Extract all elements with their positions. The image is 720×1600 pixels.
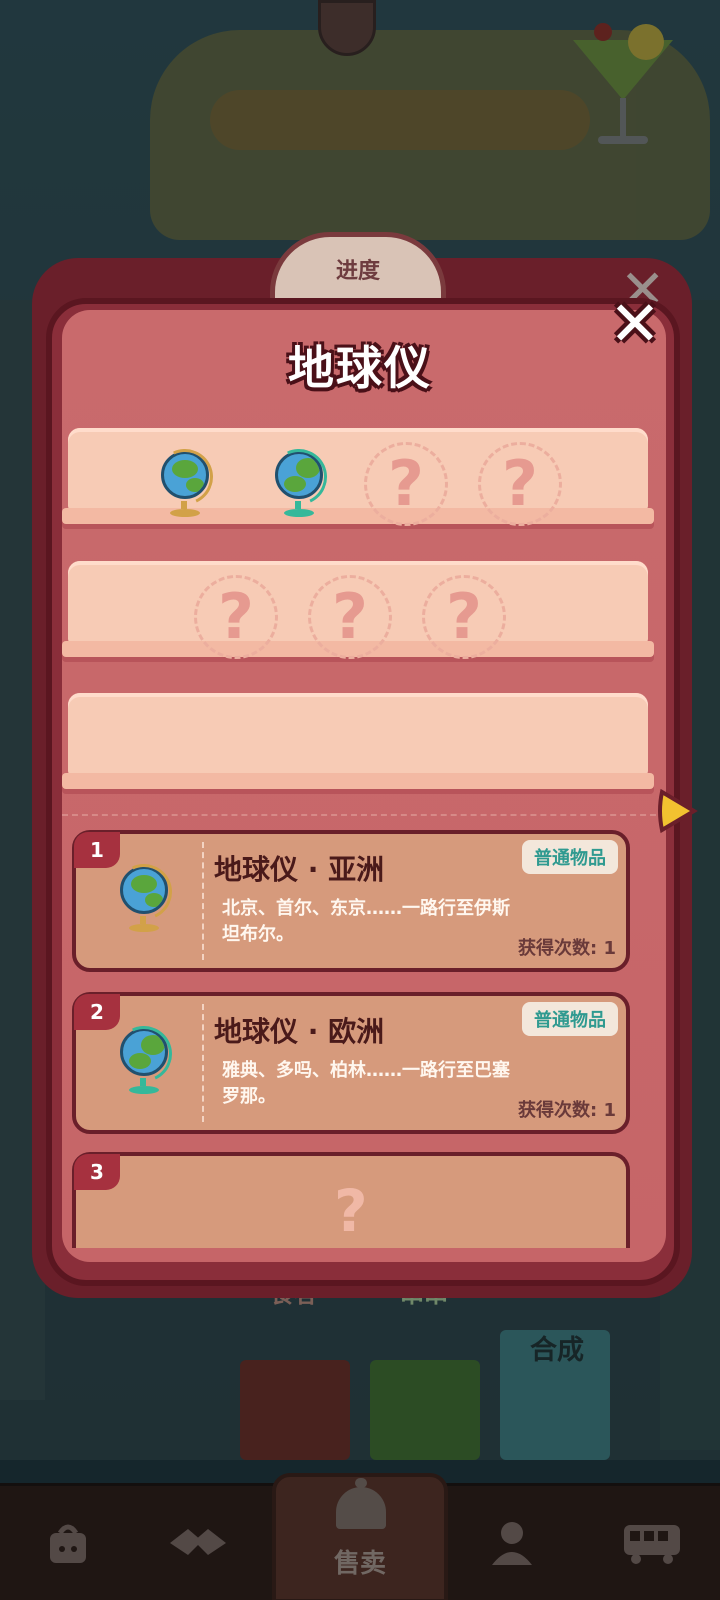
item-card-2[interactable]: 2 地球仪 · 欧洲 普通物品 雅典、多吗、柏林……一路行至巴塞罗那。 获得次数… <box>72 992 630 1134</box>
next-page-arrow-icon[interactable] <box>658 788 698 834</box>
divider <box>62 814 666 816</box>
card-divider <box>202 1004 204 1122</box>
obtained-count: 获得次数: 1 <box>518 1100 616 1121</box>
unknown-mark: ? <box>502 447 538 520</box>
shelf-row-3 <box>62 693 654 793</box>
item-description: 北京、首尔、东京……一路行至伊斯坦布尔。 <box>222 898 510 946</box>
item-card-3[interactable]: 3 ? <box>72 1152 630 1248</box>
shelf-slot-unknown: ? <box>422 575 506 659</box>
item-icon <box>108 856 180 934</box>
card-divider <box>202 842 204 960</box>
unknown-mark: ? <box>388 447 424 520</box>
item-index: 3 <box>74 1154 120 1190</box>
shelf-slot-globe-asia[interactable] <box>144 441 228 526</box>
shelf-slot-unknown: ? <box>478 442 562 526</box>
item-index: 2 <box>74 994 120 1030</box>
locked-mark: ? <box>334 1177 368 1245</box>
item-name: 地球仪 · 欧洲 <box>214 1015 385 1048</box>
shelf-plank <box>68 693 648 775</box>
item-index: 1 <box>74 832 120 868</box>
obtained-count: 获得次数: 1 <box>518 938 616 959</box>
item-icon <box>108 1018 180 1096</box>
shelf-row-2: ? ? ? <box>62 561 654 661</box>
globe-europe-icon <box>108 1018 180 1096</box>
progress-badge-label: 进度 <box>335 259 380 284</box>
shelf-slot-unknown: ? <box>308 575 392 659</box>
globe-asia-icon <box>149 441 221 519</box>
item-description: 雅典、多吗、柏林……一路行至巴塞罗那。 <box>222 1060 510 1108</box>
unknown-mark: ? <box>332 580 368 653</box>
modal-title: 地球仪 <box>288 341 432 395</box>
shelf-slot-globe-europe[interactable] <box>258 441 342 526</box>
shelf-row-1: ? ? <box>62 428 654 528</box>
globe-asia-icon <box>108 856 180 934</box>
unknown-mark: ? <box>446 580 482 653</box>
shelf-slot-unknown: ? <box>364 442 448 526</box>
shelf-edge <box>62 773 654 789</box>
item-card-1[interactable]: 1 地球仪 · 亚洲 普通物品 北京、首尔、东京……一路行至伊斯坦布尔。 获得次… <box>72 830 630 972</box>
rarity-badge: 普通物品 <box>522 1002 618 1036</box>
shelf-slot-unknown: ? <box>194 575 278 659</box>
globe-europe-icon <box>263 441 335 519</box>
rarity-badge: 普通物品 <box>522 840 618 874</box>
unknown-mark: ? <box>218 580 254 653</box>
item-name: 地球仪 · 亚洲 <box>214 853 385 886</box>
